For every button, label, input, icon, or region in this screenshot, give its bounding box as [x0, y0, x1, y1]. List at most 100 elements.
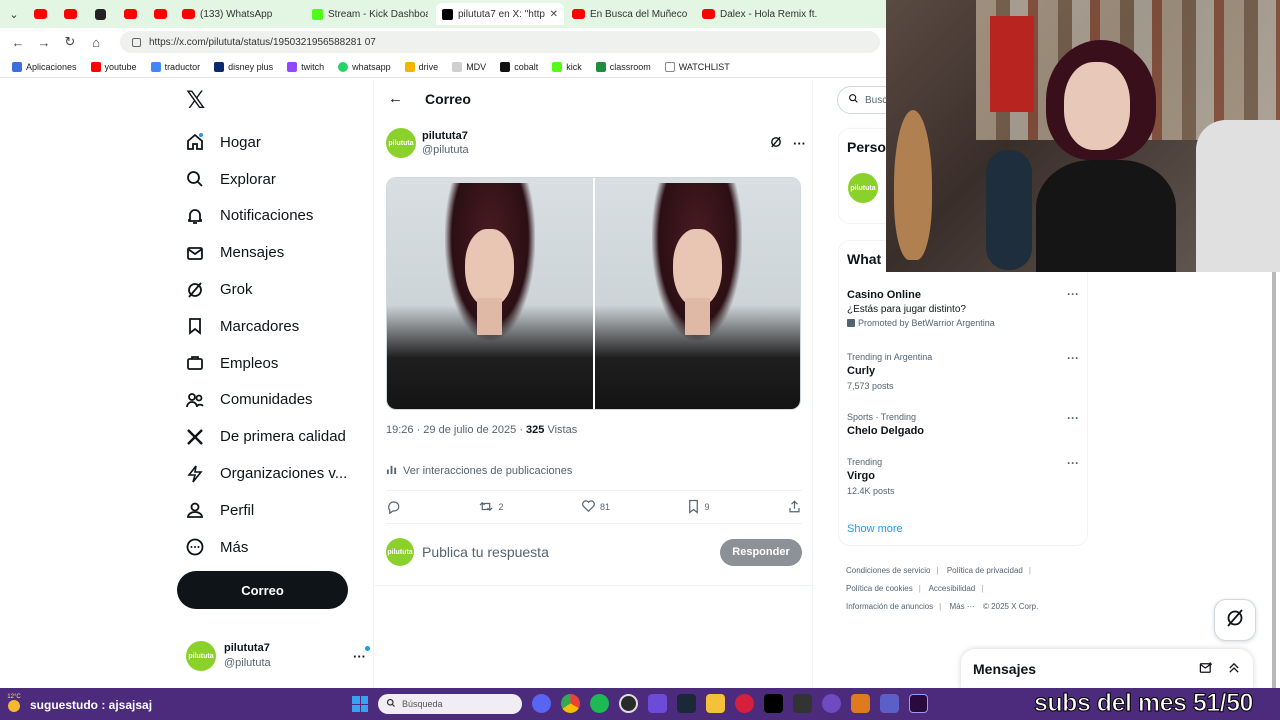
tab-x-post[interactable]: pilututa7 en X: "https:/✕ [436, 3, 564, 25]
spotify-icon[interactable] [590, 694, 609, 713]
bookmark-cobalt[interactable]: cobalt [500, 61, 538, 72]
nav-item-hogar[interactable]: Hogar [184, 124, 384, 161]
more-dots-icon[interactable]: ··· [353, 645, 370, 664]
bookmark-youtube[interactable]: youtube [90, 61, 137, 72]
bookmark-traductor[interactable]: traductor [150, 61, 200, 72]
more-dots-icon[interactable]: ··· [793, 136, 806, 151]
home-browser-icon[interactable]: ⌂ [86, 32, 106, 52]
messages-drawer[interactable]: Mensajes [961, 649, 1253, 689]
reply-submit-button[interactable]: Responder [720, 538, 802, 566]
x-logo-icon[interactable]: 𝕏 [186, 89, 208, 113]
chevron-up-icon[interactable] [1227, 661, 1241, 678]
forward-arrow-icon[interactable]: → [34, 32, 54, 52]
reply-input[interactable]: Publica tu respuesta [422, 544, 549, 560]
reply-button[interactable] [386, 499, 401, 516]
footer-accessibility[interactable]: Accesibilidad [929, 584, 976, 593]
grok-icon[interactable] [769, 135, 783, 152]
nav-item-perfil[interactable]: Perfil [184, 492, 384, 529]
nav-item-explorar[interactable]: Explorar [184, 161, 384, 198]
pinned-tab-youtube-4[interactable] [146, 3, 174, 25]
x-app-icon[interactable] [764, 694, 783, 713]
pinned-tab-kick-app[interactable] [86, 3, 114, 25]
app-icon[interactable] [822, 694, 841, 713]
post-timestamp[interactable]: 19:26 · 29 de julio de 2025 · [386, 424, 526, 436]
fl-studio-icon[interactable] [851, 694, 870, 713]
back-arrow-icon[interactable]: ← [388, 90, 403, 107]
nav-item-empleos[interactable]: Empleos [184, 345, 384, 382]
taskbar-search[interactable]: Búsqueda [378, 694, 522, 714]
app-icon[interactable] [648, 694, 667, 713]
trend-item-virgo[interactable]: Trending Virgo 12.4K posts ··· [847, 456, 1079, 498]
trend-item-chelo-delgado[interactable]: Sports · Trending Chelo Delgado ··· [847, 411, 1079, 439]
grok-floating-button[interactable] [1214, 599, 1256, 641]
nav-item-comunidades[interactable]: Comunidades [184, 382, 384, 419]
file-explorer-icon[interactable] [706, 694, 725, 713]
tab-kick-dashboard[interactable]: Stream - Kick Dashboard [306, 3, 434, 25]
discord-icon[interactable] [532, 694, 551, 713]
show-more-link[interactable]: Show more [847, 523, 903, 535]
opera-icon[interactable] [735, 694, 754, 713]
bookmark-whatsapp[interactable]: whatsapp [338, 61, 391, 72]
close-tab-icon[interactable]: ✕ [550, 9, 558, 20]
nav-item-mensajes[interactable]: Mensajes [184, 234, 384, 271]
obs-icon[interactable] [619, 694, 638, 713]
bookmark-kick[interactable]: kick [552, 61, 582, 72]
reload-icon[interactable]: ↻ [60, 32, 80, 52]
footer-more[interactable]: Más ··· [949, 602, 974, 611]
bookmark-drive[interactable]: drive [404, 61, 438, 72]
post-button[interactable]: Correo [177, 571, 348, 609]
bookmark-disney-plus[interactable]: disney plus [214, 61, 273, 72]
tab-en-busca[interactable]: En Busca del Muñeco P [566, 3, 694, 25]
back-arrow-icon[interactable]: ← [8, 32, 28, 52]
post-photo-2[interactable] [594, 178, 800, 409]
post-interactions-link[interactable]: Ver interacciones de publicaciones [386, 464, 572, 478]
bookmark-twitch[interactable]: twitch [287, 61, 324, 72]
tab-search-icon[interactable]: ⌄ [4, 4, 24, 24]
tab-dalex[interactable]: Dalex - Hola Remix ft. L [696, 3, 824, 25]
footer-privacy[interactable]: Política de privacidad [947, 566, 1023, 575]
bookmark-mdv[interactable]: MDV [452, 61, 486, 72]
bookmark-aplicaciones[interactable]: Aplicaciones [12, 61, 77, 72]
account-switcher[interactable]: pilututa pilututa7 @pilututa ··· [186, 640, 370, 672]
nav-item-marcadores[interactable]: Marcadores [184, 308, 384, 345]
site-info-icon[interactable] [132, 37, 141, 47]
footer-ads-info[interactable]: Información de anuncios [846, 602, 933, 611]
new-message-icon[interactable] [1199, 661, 1213, 678]
weather-widget[interactable]: 12°C [4, 694, 24, 714]
more-dots-icon[interactable]: ··· [1067, 351, 1079, 365]
more-dots-icon[interactable]: ··· [1067, 411, 1079, 425]
share-button[interactable] [787, 499, 802, 516]
like-button[interactable]: 81 [581, 499, 610, 515]
more-dots-icon[interactable]: ··· [1067, 287, 1079, 301]
nav-item-notificaciones[interactable]: Notificaciones [184, 198, 384, 235]
url-field[interactable]: https://x.com/pilututa/status/1950321956… [120, 31, 880, 53]
nav-item-organizaciones[interactable]: Organizaciones v... [184, 455, 384, 492]
teams-icon[interactable] [880, 694, 899, 713]
premiere-icon[interactable] [909, 694, 928, 713]
pinned-tab-youtube-1[interactable] [26, 3, 54, 25]
bookmark-button[interactable]: 9 [687, 499, 710, 516]
pinned-tab-youtube-2[interactable] [56, 3, 84, 25]
avatar[interactable]: pilututa [386, 128, 416, 158]
windows-start-icon[interactable] [352, 696, 368, 712]
more-dots-icon[interactable]: ··· [1067, 456, 1079, 470]
nav-item-grok[interactable]: Grok [184, 271, 384, 308]
nav-item-mas[interactable]: Más [184, 529, 384, 566]
author-handle[interactable]: @pilututa [422, 143, 469, 157]
post-photo-1[interactable] [387, 178, 593, 409]
notion-icon[interactable] [793, 694, 812, 713]
steam-icon[interactable] [677, 694, 696, 713]
bookmark-watchlist[interactable]: WATCHLIST [664, 61, 730, 72]
nav-item-premium[interactable]: De primera calidad [184, 418, 384, 455]
bookmark-classroom[interactable]: classroom [595, 61, 651, 72]
repost-button[interactable]: 2 [478, 499, 504, 516]
avatar[interactable]: pilututa [848, 173, 878, 203]
trend-item-casino[interactable]: Casino Online ¿Estás para jugar distinto… [847, 287, 1079, 329]
tab-whatsapp[interactable]: (133) WhatsApp [176, 3, 304, 25]
footer-terms[interactable]: Condiciones de servicio [846, 566, 931, 575]
trend-item-curly[interactable]: Trending in Argentina Curly 7,573 posts … [847, 351, 1079, 393]
author-name[interactable]: pilututa7 [422, 129, 469, 143]
chrome-icon[interactable] [561, 694, 580, 713]
footer-cookies[interactable]: Política de cookies [846, 584, 913, 593]
pinned-tab-youtube-3[interactable] [116, 3, 144, 25]
